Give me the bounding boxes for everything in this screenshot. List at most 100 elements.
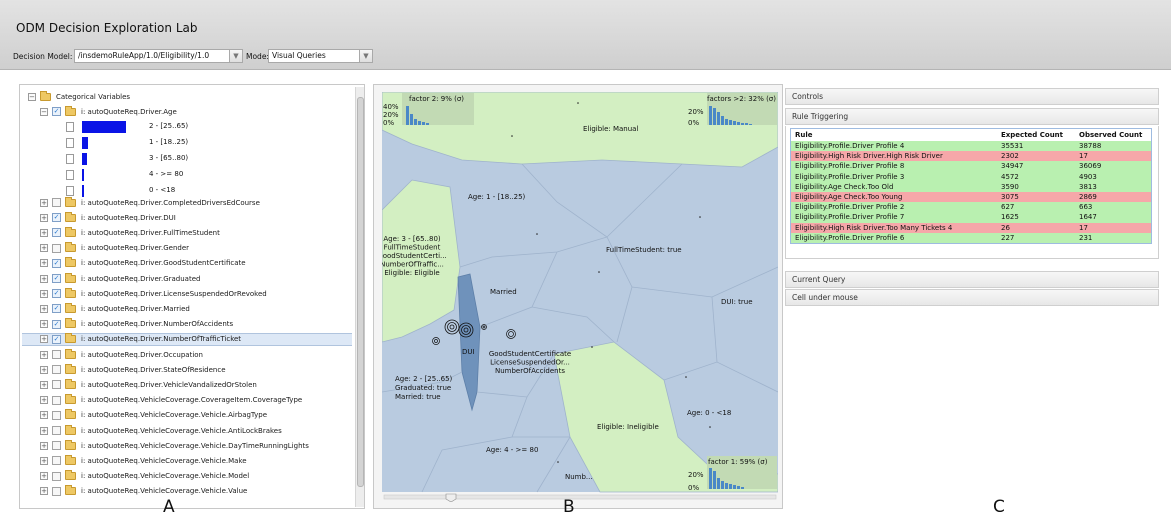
checkbox[interactable] xyxy=(52,441,61,451)
document-icon xyxy=(66,185,74,196)
checkbox[interactable] xyxy=(52,486,61,496)
checkbox[interactable]: ✓ xyxy=(52,319,61,329)
tree-item[interactable]: + i: autoQuoteReq.VehicleCoverage.Coverag… xyxy=(40,394,302,407)
checkbox[interactable] xyxy=(52,365,61,375)
checkbox[interactable]: ✓ xyxy=(52,274,61,283)
tree-item[interactable]: + ✓ i: autoQuoteReq.Driver.NumberOfTraffic… xyxy=(22,332,352,346)
tree-item[interactable]: + i: autoQuoteReq.Driver.Occupation xyxy=(40,348,203,361)
checkbox[interactable] xyxy=(52,410,61,420)
tree-item[interactable]: + i: autoQuoteReq.VehicleCoverage.Vehicle… xyxy=(40,409,267,422)
col-expected[interactable]: Expected Count xyxy=(1001,129,1079,141)
rule-row[interactable]: Eligibility.Profile.Driver Profile 8 3494… xyxy=(791,161,1151,172)
expand-icon[interactable]: + xyxy=(40,304,48,313)
tree-item[interactable]: + i: autoQuoteReq.VehicleCoverage.Vehicle… xyxy=(40,470,249,483)
tree-item[interactable]: + ✓ i: autoQuoteReq.Driver.NumberOfAcciden… xyxy=(40,318,233,331)
rule-row[interactable]: Eligibility.Age Check.Too Young 3075 2869 xyxy=(791,191,1151,203)
current-query-header[interactable]: Current Query xyxy=(785,271,1159,288)
tree-item[interactable]: + i: autoQuoteReq.Driver.Gender xyxy=(40,242,189,255)
map-slider-track[interactable] xyxy=(383,494,777,500)
expand-icon[interactable]: + xyxy=(40,456,48,465)
checkbox[interactable] xyxy=(52,380,61,390)
expand-icon[interactable]: + xyxy=(40,228,48,237)
expand-icon[interactable]: + xyxy=(40,472,48,481)
tree-root[interactable]: − Categorical Variables xyxy=(28,90,130,103)
age-bin-row[interactable] xyxy=(66,136,88,149)
col-observed[interactable]: Observed Count xyxy=(1079,129,1151,141)
tree-item[interactable]: + i: autoQuoteReq.VehicleCoverage.Vehicle… xyxy=(40,485,247,498)
tree-item[interactable]: + i: autoQuoteReq.VehicleCoverage.Vehicle… xyxy=(40,424,282,437)
expand-icon[interactable]: + xyxy=(40,213,48,222)
age-bin-row[interactable] xyxy=(66,152,87,165)
tree-item[interactable]: + i: autoQuoteReq.Driver.StateOfResidence xyxy=(40,363,226,376)
tree-item[interactable]: + ✓ i: autoQuoteReq.Driver.Married xyxy=(40,302,190,315)
rule-row[interactable]: Eligibility.Profile.Driver Profile 3 4572… xyxy=(791,171,1151,182)
mode-chevron-down-icon[interactable]: ▼ xyxy=(359,49,373,63)
expand-icon[interactable]: + xyxy=(40,411,48,420)
tree-scrollbar[interactable] xyxy=(355,87,364,507)
rule-row[interactable]: Eligibility.High Risk Driver.Too Many Ti… xyxy=(791,222,1151,233)
checkbox[interactable] xyxy=(52,198,61,207)
rule-name: Eligibility.High Risk Driver.High Risk D… xyxy=(795,152,943,161)
expand-icon[interactable]: + xyxy=(40,289,48,298)
checkbox[interactable] xyxy=(52,350,61,359)
rule-row[interactable]: Eligibility.Age Check.Too Old 3590 3813 xyxy=(791,181,1151,192)
decision-model-select[interactable]: /insdemoRuleApp/1.0/Eligibility/1.0 xyxy=(74,49,230,63)
expand-icon[interactable]: + xyxy=(40,441,48,450)
mode-select[interactable]: Visual Queries xyxy=(268,49,360,63)
tree-item[interactable]: + ✓ i: autoQuoteReq.Driver.GoodStudentCert… xyxy=(40,257,246,270)
checkbox[interactable] xyxy=(52,426,61,435)
tree-item[interactable]: + i: autoQuoteReq.Driver.VehicleVandalize… xyxy=(40,378,257,391)
expand-icon[interactable]: + xyxy=(40,350,48,359)
checkbox[interactable]: ✓ xyxy=(52,258,61,268)
expand-icon[interactable]: + xyxy=(40,396,48,405)
rule-row[interactable]: Eligibility.Profile.Driver Profile 7 1625… xyxy=(791,212,1151,223)
tree-item[interactable]: + ✓ i: autoQuoteReq.Driver.LicenseSuspende… xyxy=(40,287,267,300)
rule-row[interactable]: Eligibility.Profile.Driver Profile 2 627 6… xyxy=(791,202,1151,213)
expand-icon[interactable]: + xyxy=(40,487,48,496)
rule-row[interactable]: Eligibility.High Risk Driver.High Risk D… xyxy=(791,151,1151,162)
checkbox[interactable] xyxy=(52,395,61,405)
rule-row[interactable]: Eligibility.Profile.Driver Profile 6 227 2… xyxy=(791,232,1151,243)
tree-item-driver-age[interactable]: − ✓ i: autoQuoteReq.Driver.Age xyxy=(40,105,177,118)
checkbox[interactable]: ✓ xyxy=(52,213,61,223)
col-rule[interactable]: Rule xyxy=(791,129,1001,141)
checkbox[interactable] xyxy=(52,243,61,253)
decision-model-chevron-down-icon[interactable]: ▼ xyxy=(229,49,243,63)
voronoi-map[interactable]: factor 2: 9% (σ) 40% 20% 0% factors >2: … xyxy=(382,92,778,502)
tree-item[interactable]: + i: autoQuoteReq.Driver.CompletedDrivers… xyxy=(40,196,260,209)
expected-count: 34947 xyxy=(1001,162,1024,171)
cell-under-mouse-header[interactable]: Cell under mouse xyxy=(785,289,1159,306)
expand-icon[interactable]: + xyxy=(40,198,48,207)
checkbox[interactable] xyxy=(52,456,61,466)
checkbox[interactable] xyxy=(52,471,61,481)
checkbox[interactable]: ✓ xyxy=(52,334,61,344)
map-slider-handle[interactable] xyxy=(445,493,457,502)
tree-item[interactable]: + i: autoQuoteReq.VehicleCoverage.Vehicle… xyxy=(40,454,247,467)
checkbox[interactable]: ✓ xyxy=(52,304,61,314)
checkbox[interactable]: ✓ xyxy=(52,228,61,238)
age-bin-row[interactable] xyxy=(66,168,84,181)
rule-row[interactable]: Eligibility.Profile.Driver Profile 4 3553… xyxy=(791,141,1151,152)
expand-icon[interactable]: + xyxy=(40,274,48,283)
expand-icon[interactable]: + xyxy=(40,365,48,374)
age-bin-label: 2 - [25..65) xyxy=(149,122,189,130)
tree-item[interactable]: + ✓ i: autoQuoteReq.Driver.Graduated xyxy=(40,272,200,285)
tree-item[interactable]: + ✓ i: autoQuoteReq.Driver.FullTimeStudent xyxy=(40,226,220,239)
tree-item[interactable]: + i: autoQuoteReq.VehicleCoverage.Vehicle… xyxy=(40,439,309,452)
collapse-icon[interactable]: − xyxy=(28,92,36,101)
collapse-icon[interactable]: − xyxy=(40,107,48,116)
expand-icon[interactable]: + xyxy=(40,244,48,253)
age-bin-row[interactable] xyxy=(66,120,126,133)
expand-icon[interactable]: + xyxy=(40,320,48,329)
tree-item[interactable]: + ✓ i: autoQuoteReq.Driver.DUI xyxy=(40,211,176,224)
checkbox[interactable]: ✓ xyxy=(52,289,61,299)
expand-icon[interactable]: + xyxy=(40,335,48,344)
folder-icon xyxy=(65,409,76,420)
rule-triggering-header[interactable]: Rule Triggering xyxy=(785,108,1159,125)
controls-header[interactable]: Controls xyxy=(785,88,1159,105)
expand-icon[interactable]: + xyxy=(40,426,48,435)
checkbox[interactable]: ✓ xyxy=(52,107,61,116)
expand-icon[interactable]: + xyxy=(40,259,48,268)
scrollbar-thumb[interactable] xyxy=(357,97,364,487)
expand-icon[interactable]: + xyxy=(40,380,48,389)
